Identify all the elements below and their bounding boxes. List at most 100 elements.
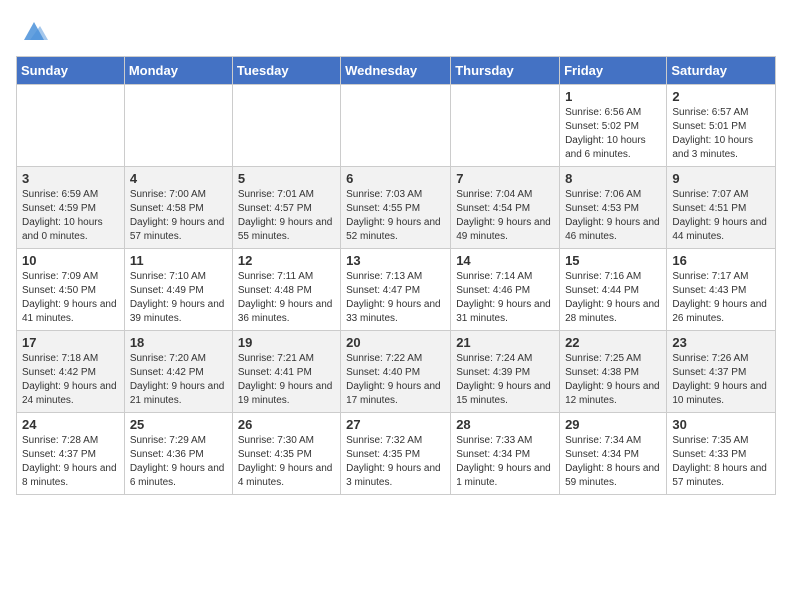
calendar-header-friday: Friday <box>560 57 667 85</box>
day-number: 11 <box>130 253 227 268</box>
calendar-cell: 4 Sunrise: 7:00 AM Sunset: 4:58 PM Daylig… <box>124 167 232 249</box>
day-info: Sunrise: 7:00 AM Sunset: 4:58 PM Dayligh… <box>130 188 227 244</box>
calendar-header-wednesday: Wednesday <box>341 57 451 85</box>
day-info: Sunrise: 7:03 AM Sunset: 4:55 PM Dayligh… <box>346 188 445 244</box>
calendar-cell: 26 Sunrise: 7:30 AM Sunset: 4:35 PM Dayli… <box>232 413 340 495</box>
day-info: Sunrise: 6:59 AM Sunset: 4:59 PM Dayligh… <box>22 188 119 244</box>
day-info: Sunrise: 7:34 AM Sunset: 4:34 PM Dayligh… <box>565 434 661 490</box>
calendar-header-thursday: Thursday <box>451 57 560 85</box>
calendar-week-row: 1Sunrise: 6:56 AM Sunset: 5:02 PM Daylig… <box>17 85 776 167</box>
calendar-cell: 1Sunrise: 6:56 AM Sunset: 5:02 PM Daylig… <box>560 85 667 167</box>
day-number: 18 <box>130 335 227 350</box>
day-info: Sunrise: 7:24 AM Sunset: 4:39 PM Dayligh… <box>456 352 554 408</box>
calendar-week-row: 24Sunrise: 7:28 AM Sunset: 4:37 PM Dayli… <box>17 413 776 495</box>
calendar-cell <box>232 85 340 167</box>
day-info: Sunrise: 7:07 AM Sunset: 4:51 PM Dayligh… <box>672 188 770 244</box>
calendar-cell: 5 Sunrise: 7:01 AM Sunset: 4:57 PM Daylig… <box>232 167 340 249</box>
day-number: 4 <box>130 171 227 186</box>
calendar-cell: 8 Sunrise: 7:06 AM Sunset: 4:53 PM Daylig… <box>560 167 667 249</box>
day-number: 26 <box>238 417 335 432</box>
calendar-cell: 15Sunrise: 7:16 AM Sunset: 4:44 PM Dayli… <box>560 249 667 331</box>
calendar-cell: 22Sunrise: 7:25 AM Sunset: 4:38 PM Dayli… <box>560 331 667 413</box>
calendar-cell: 9 Sunrise: 7:07 AM Sunset: 4:51 PM Daylig… <box>667 167 776 249</box>
day-number: 6 <box>346 171 445 186</box>
calendar-cell: 11Sunrise: 7:10 AM Sunset: 4:49 PM Dayli… <box>124 249 232 331</box>
day-number: 14 <box>456 253 554 268</box>
day-info: Sunrise: 7:35 AM Sunset: 4:33 PM Dayligh… <box>672 434 770 490</box>
day-number: 16 <box>672 253 770 268</box>
calendar-cell <box>451 85 560 167</box>
day-number: 30 <box>672 417 770 432</box>
day-number: 8 <box>565 171 661 186</box>
day-number: 2 <box>672 89 770 104</box>
calendar-table: SundayMondayTuesdayWednesdayThursdayFrid… <box>16 56 776 495</box>
calendar-cell: 28 Sunrise: 7:33 AM Sunset: 4:34 PM Dayli… <box>451 413 560 495</box>
calendar-cell <box>124 85 232 167</box>
day-info: Sunrise: 7:09 AM Sunset: 4:50 PM Dayligh… <box>22 270 119 326</box>
day-number: 5 <box>238 171 335 186</box>
day-number: 10 <box>22 253 119 268</box>
calendar-header-tuesday: Tuesday <box>232 57 340 85</box>
day-number: 27 <box>346 417 445 432</box>
calendar-cell: 21 Sunrise: 7:24 AM Sunset: 4:39 PM Dayli… <box>451 331 560 413</box>
day-info: Sunrise: 7:06 AM Sunset: 4:53 PM Dayligh… <box>565 188 661 244</box>
calendar-header-sunday: Sunday <box>17 57 125 85</box>
day-info: Sunrise: 7:20 AM Sunset: 4:42 PM Dayligh… <box>130 352 227 408</box>
day-number: 29 <box>565 417 661 432</box>
day-number: 21 <box>456 335 554 350</box>
day-info: Sunrise: 7:16 AM Sunset: 4:44 PM Dayligh… <box>565 270 661 326</box>
calendar-cell: 30 Sunrise: 7:35 AM Sunset: 4:33 PM Dayli… <box>667 413 776 495</box>
calendar-cell: 25 Sunrise: 7:29 AM Sunset: 4:36 PM Dayli… <box>124 413 232 495</box>
day-info: Sunrise: 7:29 AM Sunset: 4:36 PM Dayligh… <box>130 434 227 490</box>
calendar-cell: 10 Sunrise: 7:09 AM Sunset: 4:50 PM Dayli… <box>17 249 125 331</box>
day-number: 25 <box>130 417 227 432</box>
day-number: 20 <box>346 335 445 350</box>
calendar-cell: 27Sunrise: 7:32 AM Sunset: 4:35 PM Dayli… <box>341 413 451 495</box>
calendar-week-row: 10 Sunrise: 7:09 AM Sunset: 4:50 PM Dayli… <box>17 249 776 331</box>
day-info: Sunrise: 7:11 AM Sunset: 4:48 PM Dayligh… <box>238 270 335 326</box>
calendar-week-row: 3Sunrise: 6:59 AM Sunset: 4:59 PM Daylig… <box>17 167 776 249</box>
day-info: Sunrise: 7:33 AM Sunset: 4:34 PM Dayligh… <box>456 434 554 490</box>
logo-icon <box>20 16 48 44</box>
calendar-cell: 29 Sunrise: 7:34 AM Sunset: 4:34 PM Dayli… <box>560 413 667 495</box>
calendar-cell: 7 Sunrise: 7:04 AM Sunset: 4:54 PM Daylig… <box>451 167 560 249</box>
calendar-cell: 3Sunrise: 6:59 AM Sunset: 4:59 PM Daylig… <box>17 167 125 249</box>
page-header <box>16 16 776 44</box>
logo <box>16 16 48 44</box>
day-number: 12 <box>238 253 335 268</box>
day-number: 19 <box>238 335 335 350</box>
day-number: 1 <box>565 89 661 104</box>
calendar-cell: 2 Sunrise: 6:57 AM Sunset: 5:01 PM Daylig… <box>667 85 776 167</box>
day-number: 7 <box>456 171 554 186</box>
calendar-cell: 24Sunrise: 7:28 AM Sunset: 4:37 PM Dayli… <box>17 413 125 495</box>
day-number: 23 <box>672 335 770 350</box>
calendar-header-row: SundayMondayTuesdayWednesdayThursdayFrid… <box>17 57 776 85</box>
day-info: Sunrise: 7:30 AM Sunset: 4:35 PM Dayligh… <box>238 434 335 490</box>
calendar-cell: 23 Sunrise: 7:26 AM Sunset: 4:37 PM Dayli… <box>667 331 776 413</box>
day-info: Sunrise: 7:17 AM Sunset: 4:43 PM Dayligh… <box>672 270 770 326</box>
day-info: Sunrise: 7:26 AM Sunset: 4:37 PM Dayligh… <box>672 352 770 408</box>
calendar-cell: 14 Sunrise: 7:14 AM Sunset: 4:46 PM Dayli… <box>451 249 560 331</box>
calendar-cell: 20Sunrise: 7:22 AM Sunset: 4:40 PM Dayli… <box>341 331 451 413</box>
calendar-week-row: 17Sunrise: 7:18 AM Sunset: 4:42 PM Dayli… <box>17 331 776 413</box>
day-number: 13 <box>346 253 445 268</box>
day-info: Sunrise: 7:01 AM Sunset: 4:57 PM Dayligh… <box>238 188 335 244</box>
day-number: 22 <box>565 335 661 350</box>
day-info: Sunrise: 6:57 AM Sunset: 5:01 PM Dayligh… <box>672 106 770 162</box>
calendar-cell: 19 Sunrise: 7:21 AM Sunset: 4:41 PM Dayli… <box>232 331 340 413</box>
day-info: Sunrise: 7:18 AM Sunset: 4:42 PM Dayligh… <box>22 352 119 408</box>
calendar-header-saturday: Saturday <box>667 57 776 85</box>
day-number: 9 <box>672 171 770 186</box>
day-info: Sunrise: 7:21 AM Sunset: 4:41 PM Dayligh… <box>238 352 335 408</box>
calendar-cell <box>341 85 451 167</box>
calendar-cell <box>17 85 125 167</box>
calendar-cell: 17Sunrise: 7:18 AM Sunset: 4:42 PM Dayli… <box>17 331 125 413</box>
calendar-header-monday: Monday <box>124 57 232 85</box>
day-number: 28 <box>456 417 554 432</box>
calendar-cell: 13 Sunrise: 7:13 AM Sunset: 4:47 PM Dayli… <box>341 249 451 331</box>
calendar-cell: 16 Sunrise: 7:17 AM Sunset: 4:43 PM Dayli… <box>667 249 776 331</box>
calendar-cell: 12 Sunrise: 7:11 AM Sunset: 4:48 PM Dayli… <box>232 249 340 331</box>
day-info: Sunrise: 7:13 AM Sunset: 4:47 PM Dayligh… <box>346 270 445 326</box>
day-info: Sunrise: 7:04 AM Sunset: 4:54 PM Dayligh… <box>456 188 554 244</box>
day-info: Sunrise: 7:14 AM Sunset: 4:46 PM Dayligh… <box>456 270 554 326</box>
